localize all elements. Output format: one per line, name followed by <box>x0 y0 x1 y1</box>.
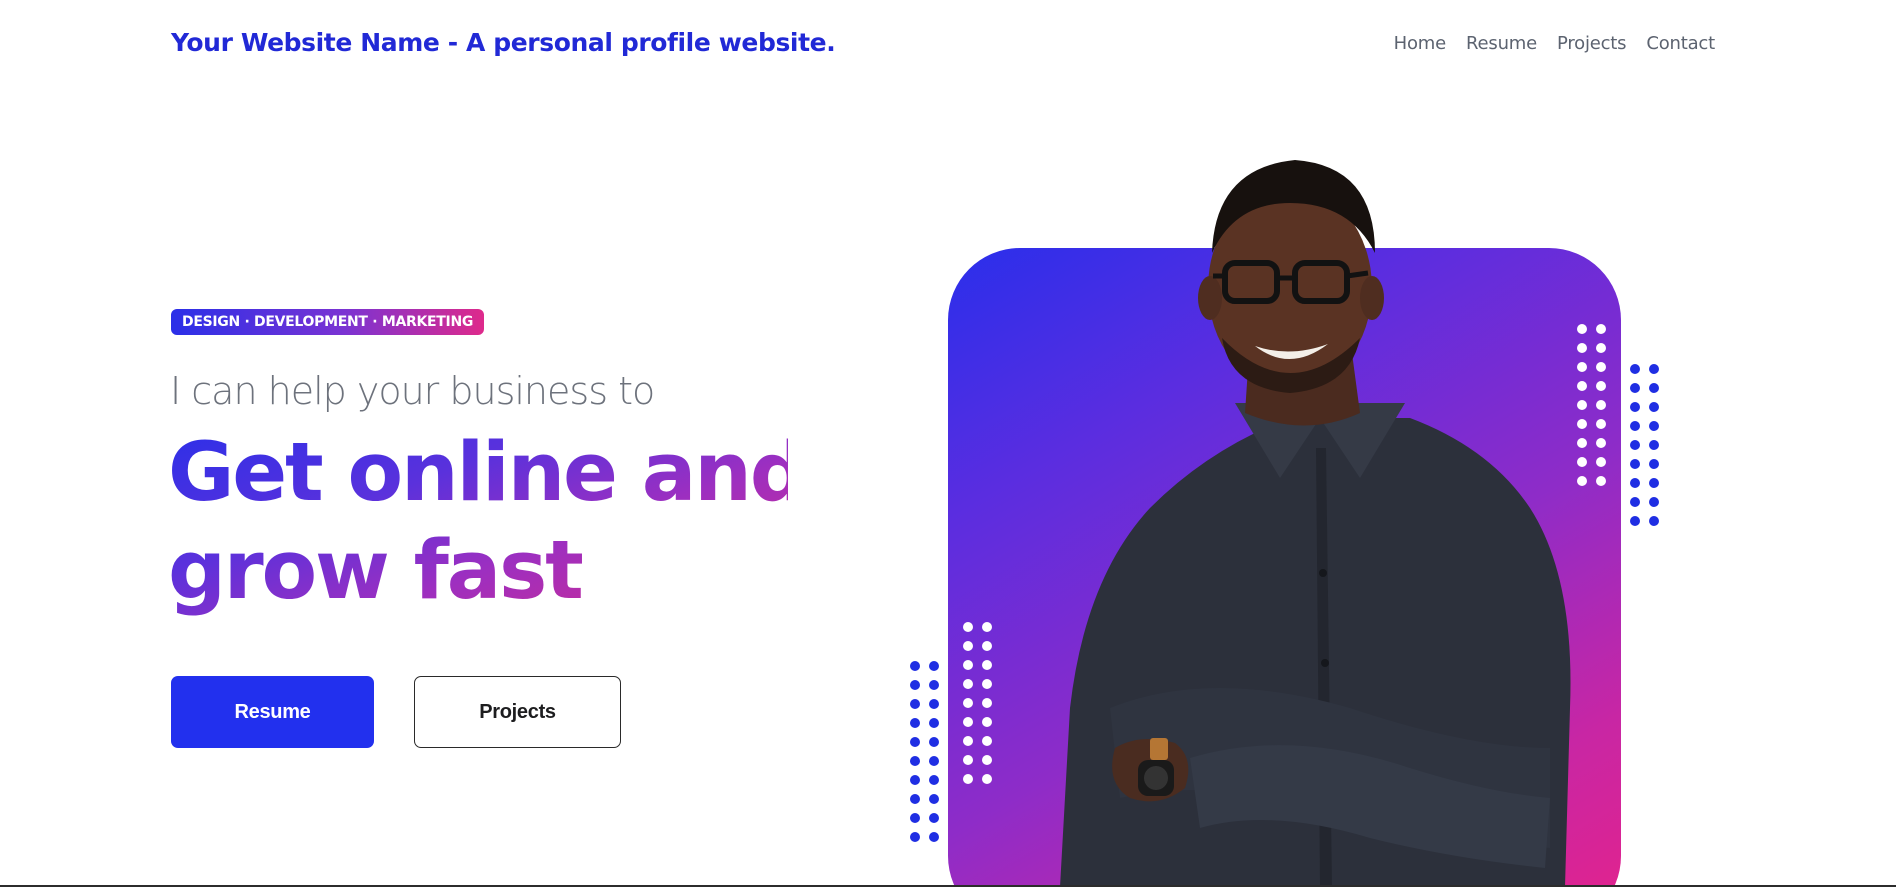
page: Your Website Name - A personal profile w… <box>0 0 1896 887</box>
nav-home-link[interactable]: Home <box>1394 33 1447 54</box>
hero-headline-line2: grow fast <box>168 524 582 618</box>
dot-pattern-left-blue <box>910 661 939 842</box>
top-nav: Home Resume Projects Contact <box>1394 33 1716 54</box>
person-portrait-image <box>1060 160 1571 887</box>
services-badge: DESIGN · DEVELOPMENT · MARKETING <box>171 309 485 335</box>
resume-button[interactable]: Resume <box>171 676 374 748</box>
dot-pattern-left-white <box>963 622 992 784</box>
hero-headline-line1: Get online and <box>168 426 806 520</box>
nav-contact-link[interactable]: Contact <box>1646 33 1715 54</box>
hero-tagline: I can help your business to <box>170 369 655 413</box>
site-brand[interactable]: Your Website Name - A personal profile w… <box>171 28 836 57</box>
hero-headline: Get online and grow fast <box>168 424 788 620</box>
projects-button[interactable]: Projects <box>414 676 621 748</box>
nav-resume-link[interactable]: Resume <box>1466 33 1537 54</box>
nav-projects-link[interactable]: Projects <box>1557 33 1627 54</box>
dot-pattern-right-blue <box>1630 364 1659 526</box>
